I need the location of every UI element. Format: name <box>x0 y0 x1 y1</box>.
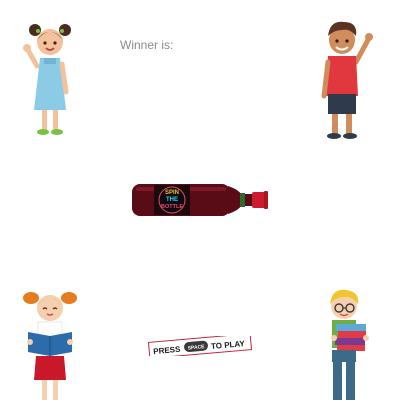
press-space-to-play-banner[interactable]: PRESS SPACE TO PLAY <box>148 336 252 356</box>
wine-bottle-icon: SPIN THE BOTTLE <box>132 184 268 216</box>
bottle-label-line-1: SPIN <box>165 190 179 196</box>
bottle-label-line-3: BOTTLE <box>161 204 183 210</box>
player-bottom-right <box>318 288 380 400</box>
girl-waving-icon <box>23 24 71 135</box>
player-bottom-left <box>18 286 82 400</box>
player-top-left <box>18 18 82 140</box>
spin-bottle[interactable]: SPIN THE BOTTLE <box>128 180 272 220</box>
press-banner-graphic: PRESS SPACE TO PLAY <box>148 336 252 356</box>
winner-label: Winner is: <box>120 38 174 52</box>
boy-carrying-books-icon <box>330 289 369 400</box>
boy-waving-icon <box>321 21 373 139</box>
player-top-right <box>314 18 380 142</box>
bottle-label-line-2: THE <box>166 197 178 203</box>
girl-reading-book-icon <box>23 292 77 400</box>
